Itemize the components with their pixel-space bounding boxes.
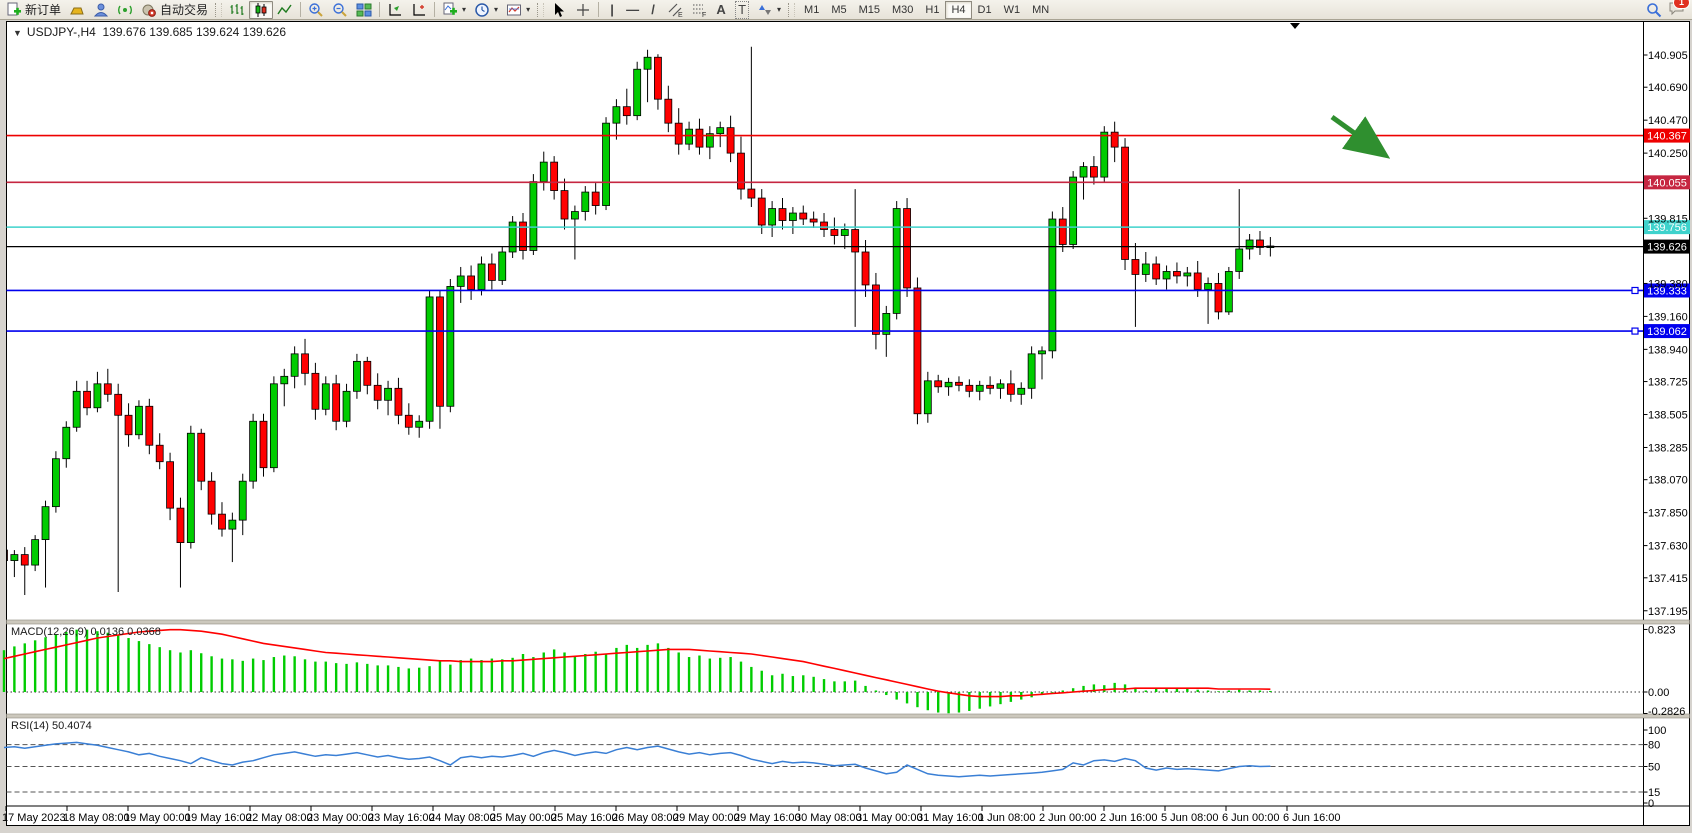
svg-text:137.195: 137.195 — [1648, 606, 1688, 618]
svg-text:2 Jun 16:00: 2 Jun 16:00 — [1100, 812, 1158, 824]
svg-text:50: 50 — [1648, 762, 1660, 774]
candle — [499, 246, 506, 285]
candle — [426, 291, 433, 429]
one-click-trading-collapse-icon[interactable]: ▼ — [13, 28, 22, 38]
svg-text:140.470: 140.470 — [1648, 115, 1688, 127]
candle — [187, 426, 194, 549]
svg-text:2 Jun 00:00: 2 Jun 00:00 — [1039, 812, 1097, 824]
svg-text:138.070: 138.070 — [1648, 475, 1688, 487]
svg-text:138.285: 138.285 — [1648, 442, 1688, 454]
svg-text:140.055: 140.055 — [1647, 177, 1687, 189]
rsi-indicator-label: RSI(14) 50.4074 — [11, 720, 92, 732]
svg-text:19 May 00:00: 19 May 00:00 — [124, 812, 191, 824]
svg-text:80: 80 — [1648, 740, 1660, 752]
candle — [509, 216, 516, 258]
svg-text:140.905: 140.905 — [1648, 50, 1688, 62]
candle — [52, 451, 59, 512]
line-endpoint-marker[interactable] — [1632, 287, 1638, 293]
candle — [603, 117, 610, 210]
svg-text:0: 0 — [1648, 798, 1654, 810]
candle — [1101, 126, 1108, 181]
svg-text:25 May 00:00: 25 May 00:00 — [490, 812, 557, 824]
candle — [250, 414, 257, 489]
candle — [135, 400, 142, 439]
svg-text:140.367: 140.367 — [1647, 131, 1687, 143]
svg-text:138.940: 138.940 — [1648, 344, 1688, 356]
candle — [1122, 138, 1129, 270]
candle — [893, 201, 900, 319]
candle — [634, 62, 641, 120]
svg-text:18 May 08:00: 18 May 08:00 — [63, 812, 130, 824]
svg-text:23 May 16:00: 23 May 16:00 — [368, 812, 435, 824]
candle — [270, 376, 277, 472]
svg-text:26 May 08:00: 26 May 08:00 — [612, 812, 679, 824]
svg-text:137.850: 137.850 — [1648, 508, 1688, 520]
candle — [1049, 212, 1056, 359]
svg-text:139.380: 139.380 — [1648, 278, 1688, 290]
svg-text:139.815: 139.815 — [1648, 213, 1688, 225]
svg-text:6 Jun 00:00: 6 Jun 00:00 — [1222, 812, 1280, 824]
svg-text:5 Jun 08:00: 5 Jun 08:00 — [1161, 812, 1219, 824]
candle — [530, 174, 537, 255]
svg-text:19 May 16:00: 19 May 16:00 — [185, 812, 252, 824]
svg-text:23 May 00:00: 23 May 00:00 — [307, 812, 374, 824]
chart-canvas[interactable]: 140.367140.055139.756139.626139.333139.0… — [0, 0, 1692, 833]
candle — [447, 279, 454, 412]
svg-text:6 Jun 16:00: 6 Jun 16:00 — [1283, 812, 1341, 824]
chart-ohlc-values: 139.676 139.685 139.624 139.626 — [103, 25, 287, 39]
chart-symbol-period: USDJPY-,H4 — [27, 25, 96, 39]
svg-text:17 May 2023: 17 May 2023 — [2, 812, 66, 824]
svg-text:139.626: 139.626 — [1647, 242, 1687, 254]
svg-text:100: 100 — [1648, 725, 1666, 737]
svg-text:30 May 08:00: 30 May 08:00 — [795, 812, 862, 824]
svg-text:0.00: 0.00 — [1648, 687, 1669, 699]
svg-text:140.250: 140.250 — [1648, 148, 1688, 160]
candle — [904, 198, 911, 297]
svg-text:1 Jun 08:00: 1 Jun 08:00 — [978, 812, 1036, 824]
svg-text:139.062: 139.062 — [1647, 326, 1687, 338]
svg-text:137.415: 137.415 — [1648, 573, 1688, 585]
svg-text:138.505: 138.505 — [1648, 410, 1688, 422]
svg-text:29 May 00:00: 29 May 00:00 — [673, 812, 740, 824]
svg-text:138.725: 138.725 — [1648, 377, 1688, 389]
pane-splitter[interactable] — [7, 714, 1690, 718]
svg-text:29 May 16:00: 29 May 16:00 — [734, 812, 801, 824]
candle — [198, 429, 205, 490]
svg-text:140.690: 140.690 — [1648, 82, 1688, 94]
pane-splitter[interactable] — [7, 620, 1690, 624]
line-endpoint-marker[interactable] — [1632, 328, 1638, 334]
svg-text:31 May 00:00: 31 May 00:00 — [856, 812, 923, 824]
svg-text:0.823: 0.823 — [1648, 624, 1676, 636]
svg-text:139.160: 139.160 — [1648, 311, 1688, 323]
candle — [914, 277, 921, 424]
chart-info-line: ▼ USDJPY-,H4 139.676 139.685 139.624 139.… — [13, 25, 286, 39]
svg-text:-0.2826: -0.2826 — [1648, 706, 1685, 718]
svg-text:137.630: 137.630 — [1648, 541, 1688, 553]
macd-indicator-label: MACD(12,26,9) 0.0136 0.0368 — [11, 626, 161, 638]
svg-text:24 May 08:00: 24 May 08:00 — [429, 812, 496, 824]
candle — [260, 414, 267, 477]
svg-text:22 May 08:00: 22 May 08:00 — [246, 812, 313, 824]
svg-text:31 May 16:00: 31 May 16:00 — [917, 812, 984, 824]
svg-text:25 May 16:00: 25 May 16:00 — [551, 812, 618, 824]
chart-background[interactable] — [7, 22, 1690, 826]
